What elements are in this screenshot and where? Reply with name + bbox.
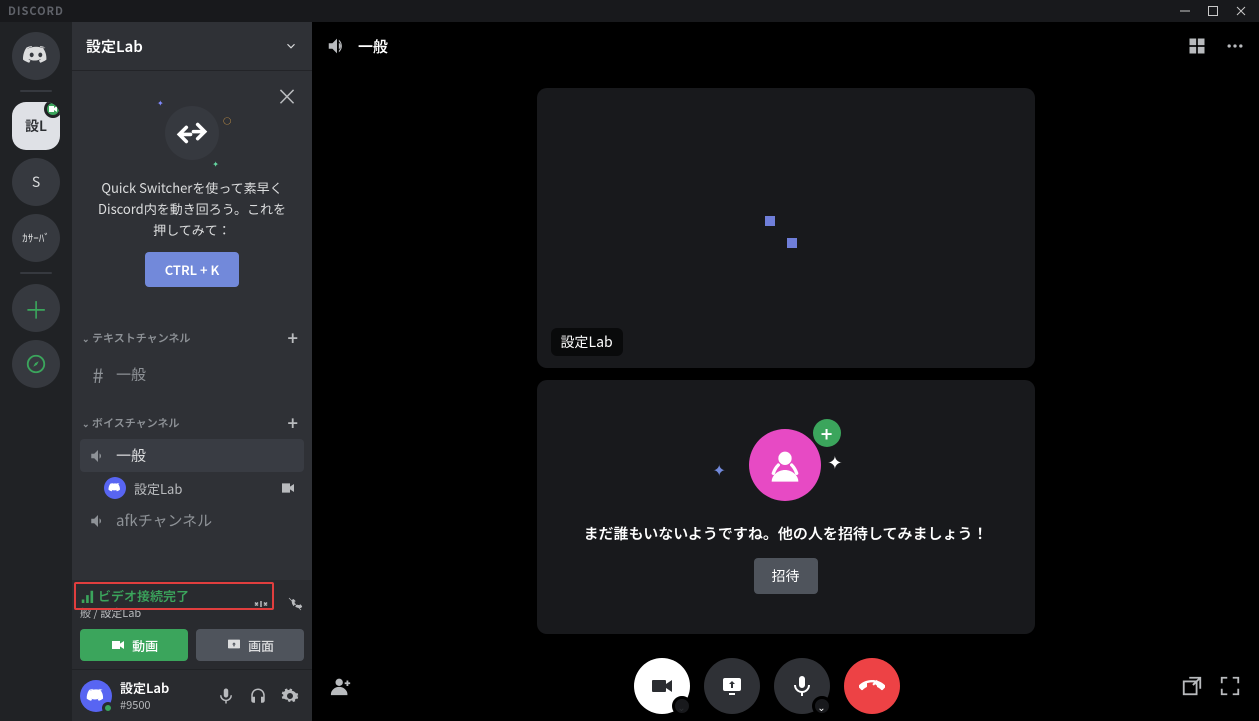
camera-icon <box>280 480 296 496</box>
camera-icon <box>110 637 126 653</box>
signal-icon <box>80 589 94 603</box>
speaker-icon <box>88 447 108 465</box>
title-bar: DISCORD <box>0 0 1259 22</box>
voice-participant[interactable]: 設定Lab <box>72 473 312 503</box>
app-name: DISCORD <box>8 3 64 19</box>
add-server-button[interactable]: ＋ <box>12 284 60 332</box>
grid-view-icon[interactable] <box>1187 36 1207 56</box>
quick-switcher-key[interactable]: CTRL + K <box>145 252 240 287</box>
speaker-icon <box>326 35 348 57</box>
chevron-down-icon <box>284 39 298 53</box>
speaker-icon <box>88 512 108 530</box>
voice-channel-afk[interactable]: afkチャンネル <box>80 504 304 537</box>
loading-icon <box>787 238 797 248</box>
mic-toggle-button[interactable]: ⌄ <box>774 658 830 714</box>
invite-tile: ✦ + ✦ まだ誰もいないようですね。他の人を招待してみましょう！ 招待 <box>537 380 1035 634</box>
rail-separator <box>20 90 52 92</box>
hangup-button[interactable] <box>844 658 900 714</box>
call-footer: ⌄ ⌄ <box>312 651 1259 721</box>
home-button[interactable] <box>12 32 60 80</box>
empty-message: まだ誰もいないようですね。他の人を招待してみましょう！ <box>584 523 988 544</box>
popout-icon[interactable] <box>1181 675 1203 697</box>
quick-switcher-text: Quick Switcherを使って素早くDiscord内を動き回ろう。これを押… <box>92 178 292 240</box>
user-avatar[interactable] <box>80 680 112 712</box>
mic-icon[interactable] <box>212 682 240 710</box>
voice-status-panel: ビデオ接続完了 般 / 設定Lab 動画 画面 <box>72 580 312 669</box>
fullscreen-icon[interactable] <box>1219 675 1241 697</box>
add-channel-icon[interactable]: + <box>288 325 298 351</box>
category-voice[interactable]: ⌄ ボイスチャンネル + <box>72 396 312 438</box>
user-panel: 設定Lab #9500 <box>72 669 312 721</box>
invite-button[interactable]: 招待 <box>754 558 818 594</box>
chevron-down-icon[interactable]: ⌄ <box>812 696 832 716</box>
server-other[interactable]: S <box>12 158 60 206</box>
quick-switcher-icon: ✦ ○ ✦ <box>157 98 227 168</box>
screen-share-button[interactable]: 画面 <box>196 629 304 661</box>
guild-header[interactable]: 設定Lab <box>72 22 312 70</box>
invite-graphic: ✦ + ✦ <box>731 419 841 509</box>
channel-sidebar: 設定Lab × ✦ ○ ✦ Quick Switcherを使って素早くDisco… <box>72 22 312 721</box>
window-minimize-icon[interactable] <box>1171 0 1199 22</box>
disconnect-icon[interactable] <box>286 595 304 613</box>
window-close-icon[interactable] <box>1227 0 1255 22</box>
server-selected[interactable]: 設L <box>12 102 60 150</box>
server-rail: 設L S ｶｻｰﾊﾞ ＋ <box>0 22 72 721</box>
headphones-icon[interactable] <box>244 682 272 710</box>
tile-label: 設定Lab <box>551 328 623 356</box>
video-badge-icon <box>44 102 60 118</box>
noise-suppression-icon[interactable] <box>252 595 270 613</box>
text-channel-general[interactable]: # 一般 <box>80 354 304 395</box>
status-dot-icon <box>102 702 114 714</box>
add-channel-icon[interactable]: + <box>288 410 298 436</box>
explore-button[interactable] <box>12 340 60 388</box>
camera-toggle-button[interactable]: ⌄ <box>634 658 690 714</box>
voice-status-sub: 般 / 設定Lab <box>80 605 189 621</box>
quick-switcher-card: × ✦ ○ ✦ Quick Switcherを使って素早くDiscord内を動き… <box>80 78 304 303</box>
voice-status-label[interactable]: ビデオ接続完了 <box>80 586 189 605</box>
rail-separator <box>20 272 52 274</box>
voice-channel-general[interactable]: 一般 <box>80 439 304 472</box>
more-icon[interactable] <box>1225 36 1245 56</box>
chevron-down-icon[interactable]: ⌄ <box>672 696 692 716</box>
invite-people-icon[interactable] <box>330 675 352 697</box>
user-tag: #9500 <box>120 697 208 713</box>
avatar-icon <box>104 477 126 499</box>
screen-share-toggle-button[interactable] <box>704 658 760 714</box>
close-icon[interactable]: × <box>276 80 298 112</box>
video-button[interactable]: 動画 <box>80 629 188 661</box>
screen-icon <box>226 637 242 653</box>
category-text[interactable]: ⌄ テキストチャンネル + <box>72 311 312 353</box>
call-header: 一般 <box>312 22 1259 70</box>
settings-icon[interactable] <box>276 682 304 710</box>
user-name: 設定Lab <box>120 678 208 697</box>
call-channel-name: 一般 <box>358 36 388 57</box>
hash-icon: # <box>88 360 108 389</box>
loading-icon <box>765 216 775 226</box>
guild-name: 設定Lab <box>86 36 143 57</box>
call-area: 一般 設定Lab ✦ + ✦ まだ誰もいないようですね。他の人を招待してみましょ… <box>312 22 1259 721</box>
video-tile-self[interactable]: 設定Lab <box>537 88 1035 368</box>
server-find[interactable]: ｶｻｰﾊﾞ <box>12 214 60 262</box>
window-maximize-icon[interactable] <box>1199 0 1227 22</box>
